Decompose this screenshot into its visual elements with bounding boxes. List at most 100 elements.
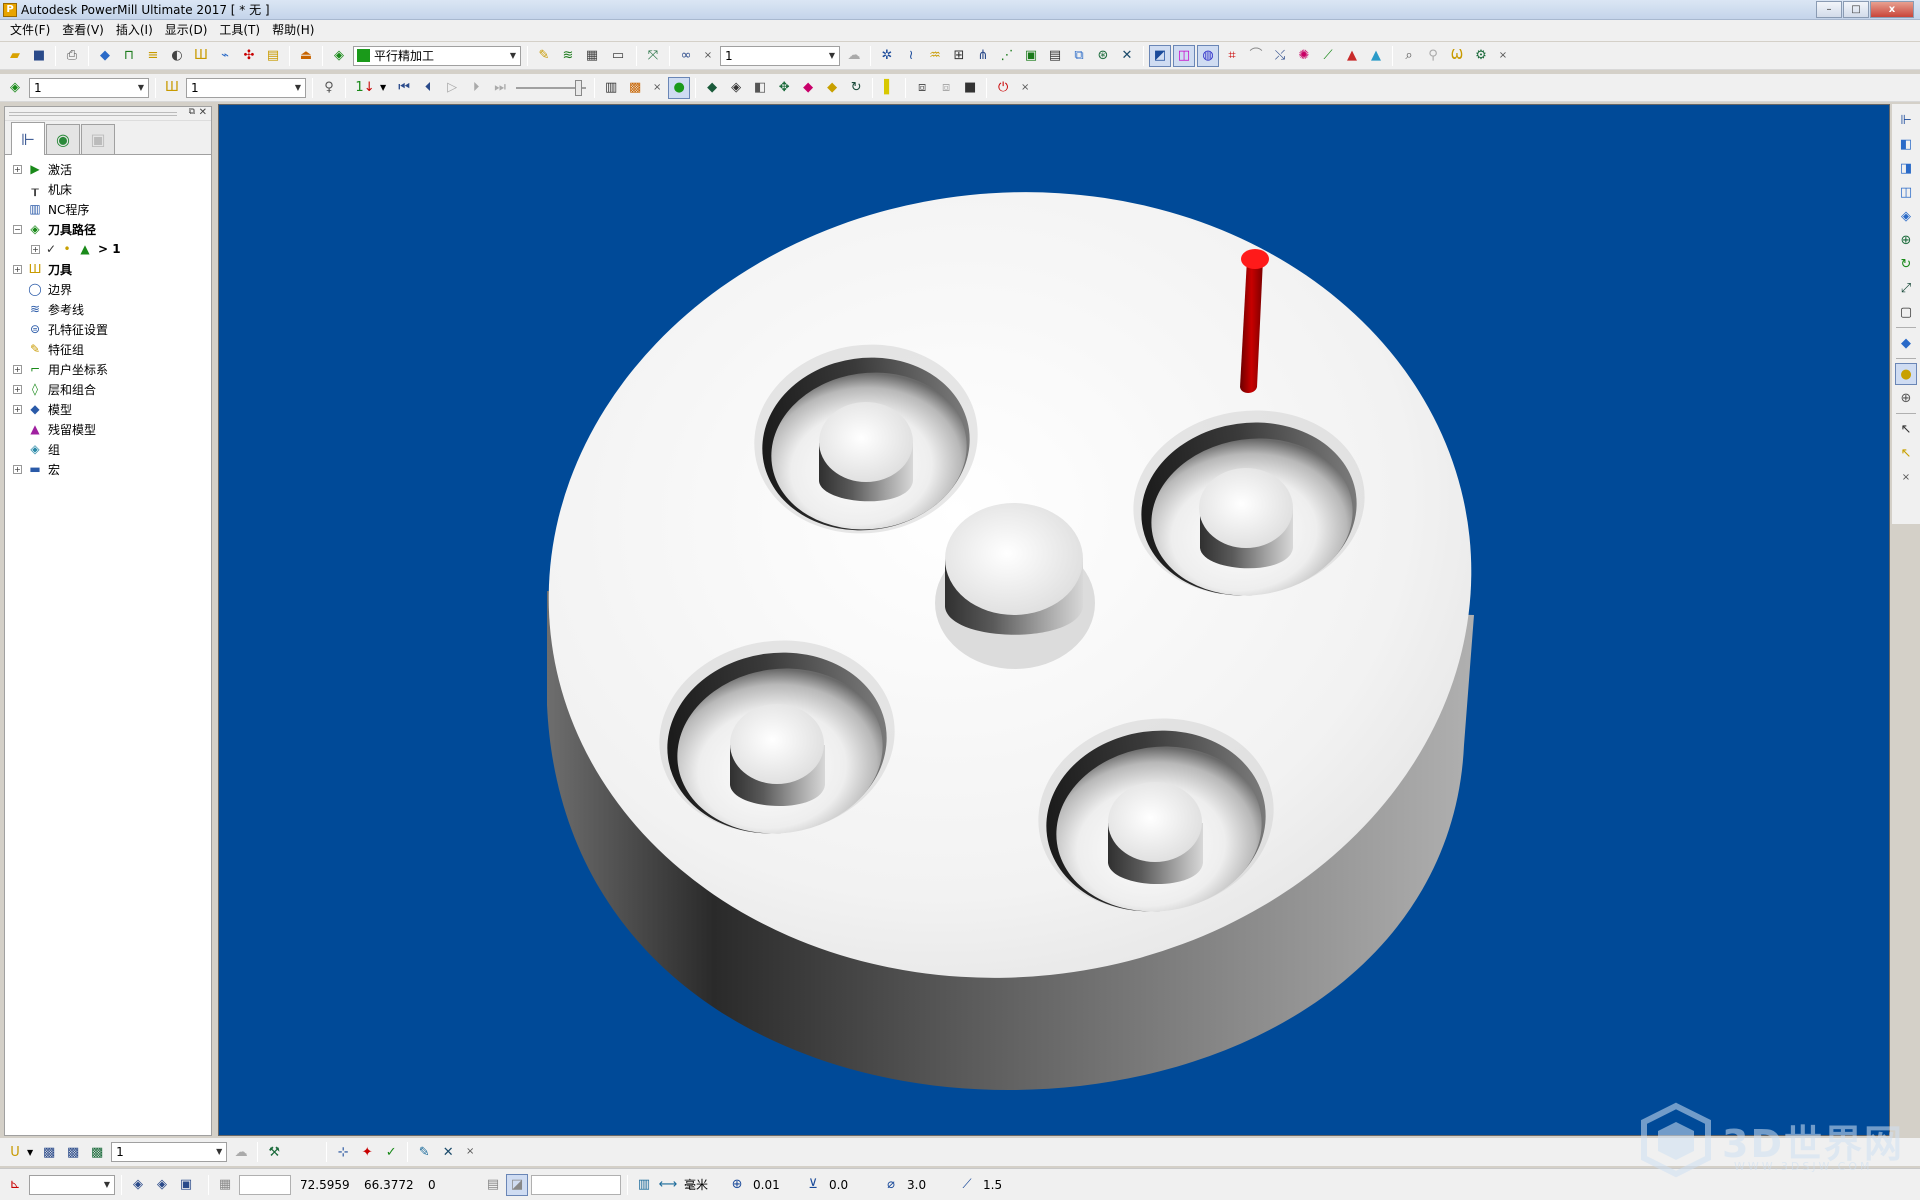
close-icon[interactable]: ×	[464, 1146, 476, 1158]
shading-1-icon[interactable]: ◩	[1149, 44, 1171, 67]
view-1-icon[interactable]: ◆	[701, 77, 723, 99]
tree-item-active[interactable]: + ▶ 激活	[5, 159, 211, 179]
cube-3-icon[interactable]: ▣	[175, 1174, 197, 1196]
shading-7-icon[interactable]: ✺	[1293, 45, 1315, 67]
tool-icon[interactable]: Ш	[161, 77, 183, 99]
print-icon[interactable]: ⎙	[61, 45, 83, 67]
select-cursor-icon[interactable]: ↖	[1895, 418, 1917, 440]
speed-slider[interactable]	[516, 78, 587, 98]
point-distribution-icon[interactable]: ✣	[238, 45, 260, 67]
collapse-icon[interactable]: −	[13, 224, 22, 234]
grid-field[interactable]	[239, 1174, 291, 1195]
chevron-down-icon[interactable]: ▼	[380, 83, 386, 92]
number-select[interactable]: 1 ▼	[720, 45, 840, 66]
view-2-icon[interactable]: ◈	[725, 77, 747, 99]
tree-item-stock-models[interactable]: ▲ 残留模型	[5, 419, 211, 439]
toolpath-edit-4-icon[interactable]: ⊞	[948, 45, 970, 67]
list-icon[interactable]: ▤	[482, 1174, 504, 1196]
block-icon[interactable]: ◆	[94, 45, 116, 67]
tree-item-machine[interactable]: ┰ 机床	[5, 179, 211, 199]
stop-icon[interactable]: ⏻	[992, 77, 1014, 99]
ruler-units-icon[interactable]: ⟷	[657, 1174, 679, 1196]
workplane-align-icon[interactable]: ✓	[380, 1141, 402, 1163]
tree-item-tools[interactable]: + Ш 刀具	[5, 259, 211, 279]
expand-icon[interactable]: +	[13, 404, 22, 414]
cube-1-icon[interactable]: ◈	[127, 1174, 149, 1196]
probe-icon[interactable]: ⚲	[1422, 45, 1444, 67]
view-iso-icon[interactable]: ◈	[1895, 205, 1917, 227]
menu-tools[interactable]: 工具(T)	[213, 20, 266, 41]
edit-toolpath-icon[interactable]: ≋	[557, 45, 579, 67]
workplane-edit-icon[interactable]: ✦	[356, 1141, 378, 1163]
toolpath-icon[interactable]: ◈	[4, 77, 26, 99]
view-5-icon[interactable]: ◆	[797, 77, 819, 99]
step-forward-icon[interactable]: ⏵	[465, 77, 487, 99]
toolpath-strategy-icon[interactable]: ◐	[166, 45, 188, 67]
snap-field[interactable]	[531, 1174, 621, 1195]
toolpath-edit-9-icon[interactable]: ⧉	[1068, 45, 1090, 67]
drill-icon[interactable]: ⚒	[263, 1141, 285, 1163]
tolerance-icon[interactable]: ⊕	[726, 1174, 748, 1196]
toolpath-edit-6-icon[interactable]: ⋰	[996, 45, 1018, 67]
globe-tab[interactable]: ◉	[46, 124, 80, 154]
toolpath-select[interactable]: 1 ▼	[29, 77, 149, 98]
stock-icon[interactable]: ☁	[230, 1141, 252, 1163]
select-drag-icon[interactable]: ↖	[1895, 442, 1917, 464]
tree-item-models[interactable]: + ◆ 模型	[5, 399, 211, 419]
strategy-icon[interactable]: ◈	[328, 45, 350, 67]
calculate-icon[interactable]: ▤	[262, 45, 284, 67]
save-icon[interactable]: ■	[28, 45, 50, 67]
close-icon[interactable]: ✕	[199, 107, 207, 118]
machine-tool-icon[interactable]: ⏏	[295, 45, 317, 67]
pin-icon[interactable]: ⧉	[189, 107, 195, 117]
toolpath-edit-11-icon[interactable]: ✕	[1116, 45, 1138, 67]
view-top-icon[interactable]: ⊩	[1895, 109, 1917, 131]
sim-mode-2-icon[interactable]: ▩	[624, 77, 646, 99]
lightbulb-icon[interactable]: ♀	[318, 77, 340, 99]
close-button[interactable]: x	[1870, 1, 1914, 18]
step-icon[interactable]: 1 ↓	[351, 77, 379, 99]
cube-2-icon[interactable]: ◈	[151, 1174, 173, 1196]
view-6-icon[interactable]: ◆	[821, 77, 843, 99]
shading-4-icon[interactable]: ⌗	[1221, 45, 1243, 67]
tree-item-toolpath-1[interactable]: + ✓ • ▲ > 1	[5, 239, 211, 259]
menu-view[interactable]: 查看(V)	[56, 20, 110, 41]
tree-item-toolpaths[interactable]: − ◈ 刀具路径	[5, 219, 211, 239]
strategy-select[interactable]: 平行精加工 ▼	[353, 45, 521, 66]
save-model-icon[interactable]: ■	[959, 77, 981, 99]
feature-3-icon[interactable]: ▩	[86, 1141, 108, 1163]
expand-icon[interactable]: +	[13, 164, 22, 174]
shading-2-icon[interactable]: ◫	[1173, 44, 1195, 67]
explorer-tree-tab[interactable]: ⊩	[11, 122, 45, 155]
tool-database-icon[interactable]: Ш	[190, 45, 212, 67]
rewind-icon[interactable]: ⏮	[393, 77, 415, 99]
tool-select[interactable]: 1 ▼	[186, 77, 306, 98]
collision-2-icon[interactable]: ⧈	[935, 77, 957, 99]
maximize-button[interactable]: □	[1843, 1, 1869, 18]
expand-icon[interactable]: +	[13, 384, 22, 394]
view-7-icon[interactable]: ↻	[845, 77, 867, 99]
expand-icon[interactable]: +	[13, 464, 22, 474]
play-icon[interactable]: ▷	[441, 77, 463, 99]
expand-icon[interactable]: +	[13, 364, 22, 374]
refresh-icon[interactable]: ↻	[1895, 253, 1917, 275]
chevron-down-icon[interactable]: ▼	[27, 1148, 33, 1157]
feed-rate-icon[interactable]: ≡	[142, 45, 164, 67]
view-bottom-icon[interactable]: ◫	[1895, 181, 1917, 203]
pencil-icon[interactable]: ✎	[413, 1141, 435, 1163]
sim-mode-1-icon[interactable]: ▥	[600, 77, 622, 99]
shaded-model-icon[interactable]: ◆	[1895, 332, 1917, 354]
tool-holder-icon[interactable]: ▌	[878, 77, 900, 99]
workplane-axis-icon[interactable]: ⊾	[4, 1174, 26, 1196]
leads-links-icon[interactable]: ⌁	[214, 45, 236, 67]
grid-icon[interactable]: ▦	[214, 1174, 236, 1196]
units-bar-icon[interactable]: ▥	[633, 1174, 655, 1196]
feature-1-icon[interactable]: ▩	[38, 1141, 60, 1163]
toolpath-edit-1-icon[interactable]: ✲	[876, 45, 898, 67]
tools-icon[interactable]: ✕	[437, 1141, 459, 1163]
shading-3-icon[interactable]: ◍	[1197, 44, 1219, 67]
zoom-fit-icon[interactable]: ⤢	[1895, 277, 1917, 299]
shaded-sim-icon[interactable]: ●	[668, 76, 691, 99]
shaded-sphere-icon[interactable]: ●	[1895, 363, 1917, 385]
diameter-icon[interactable]: ⌀	[880, 1174, 902, 1196]
